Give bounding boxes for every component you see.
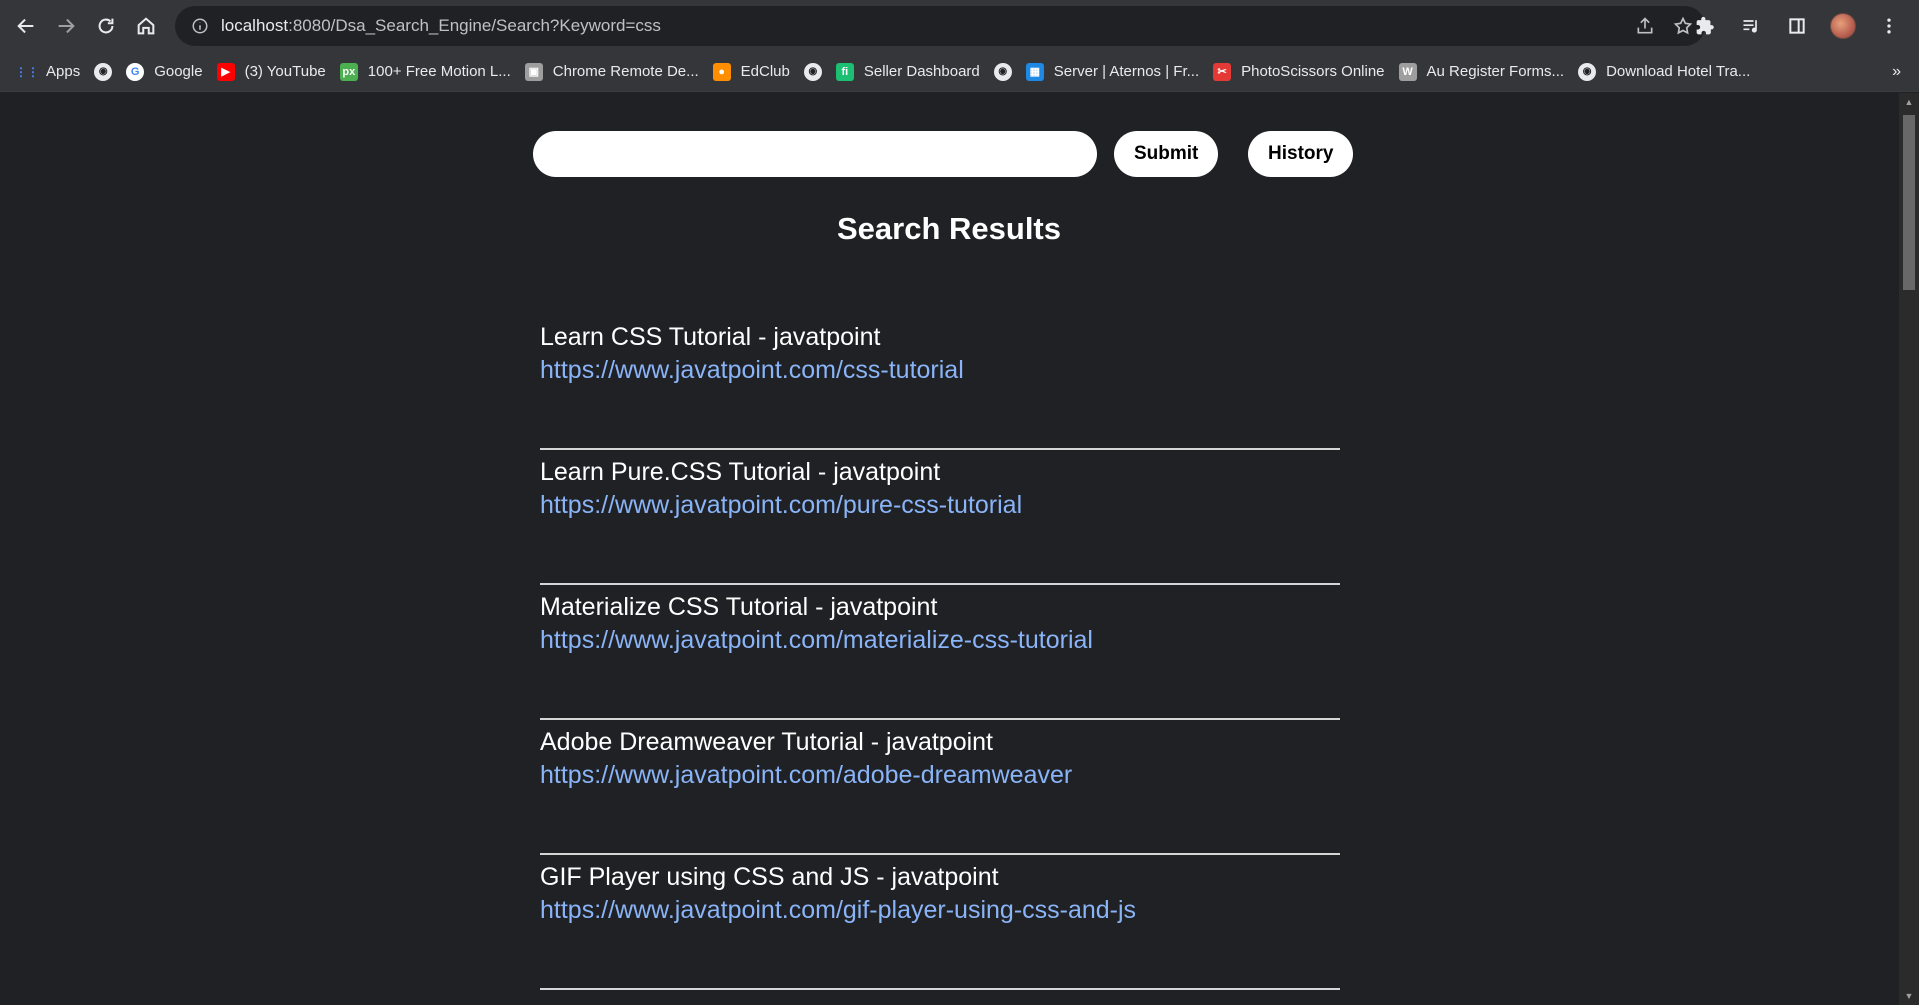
fiverr-icon: fi [835, 62, 854, 81]
result-title: Learn Pure.CSS Tutorial - javatpoint [540, 458, 941, 486]
google-icon: G [126, 62, 145, 81]
reload-button[interactable] [86, 6, 126, 46]
bookmark-label: EdClub [740, 63, 790, 80]
address-bar[interactable]: localhost:8080/Dsa_Search_Engine/Search?… [175, 6, 1705, 46]
globe-icon: ◉ [94, 62, 113, 81]
scrollbar-thumb[interactable] [1903, 115, 1915, 290]
profile-button[interactable] [1823, 6, 1863, 46]
bookmark-label: Server | Aternos | Fr... [1053, 63, 1200, 80]
bookmark-item[interactable]: W Au Register Forms... [1398, 56, 1575, 88]
playlist-icon [1743, 20, 1757, 33]
bookmark-item[interactable]: ● EdClub [712, 56, 800, 88]
result-item: Materialize CSS Tutorial - javatpoint htt… [540, 585, 1340, 720]
history-button[interactable]: History [1248, 131, 1353, 177]
bookmark-item[interactable]: ◉ [993, 56, 1022, 88]
bookmark-label: PhotoScissors Online [1241, 63, 1385, 80]
apps-grid-icon: ⋮⋮ [15, 64, 39, 79]
result-link[interactable]: https://www.javatpoint.com/adobe-dreamwe… [540, 758, 1340, 792]
site-info-icon[interactable] [191, 17, 209, 35]
bookmark-item[interactable]: ✂ PhotoScissors Online [1213, 56, 1394, 88]
toolbar-right [1685, 6, 1919, 46]
results-list: Learn CSS Tutorial - javatpoint https://w… [540, 315, 1340, 990]
result-link[interactable]: https://www.javatpoint.com/gif-player-us… [540, 893, 1340, 927]
result-title: Adobe Dreamweaver Tutorial - javatpoint [540, 728, 994, 756]
vertical-scrollbar[interactable]: ▲ ▼ [1899, 93, 1919, 1005]
home-button[interactable] [126, 6, 166, 46]
bookmark-label: (3) YouTube [244, 63, 326, 80]
menu-button[interactable] [1869, 6, 1909, 46]
bookmark-label: 100+ Free Motion L... [367, 63, 511, 80]
result-title: Learn CSS Tutorial - javatpoint [540, 323, 881, 351]
bookmark-item[interactable]: ▣ Chrome Remote De... [524, 56, 709, 88]
bookmark-item[interactable]: ◉ Download Hotel Tra... [1578, 56, 1760, 88]
bookmark-label: Apps [46, 63, 81, 80]
aternos-icon: ▦ [1025, 62, 1044, 81]
bookmark-label: Download Hotel Tra... [1606, 63, 1751, 80]
bookmark-item[interactable]: ▦ Server | Aternos | Fr... [1025, 56, 1209, 88]
page-title: Search Results [837, 211, 1061, 246]
result-link[interactable]: https://www.javatpoint.com/materialize-c… [540, 623, 1340, 657]
page-content: Submit History Search Results Learn CSS … [0, 93, 1899, 1005]
browser-toolbar: localhost:8080/Dsa_Search_Engine/Search?… [0, 0, 1919, 52]
kebab-menu-icon [1887, 18, 1891, 34]
submit-button[interactable]: Submit [1114, 131, 1218, 177]
search-input[interactable] [533, 131, 1097, 177]
result-item: Adobe Dreamweaver Tutorial - javatpoint h… [540, 720, 1340, 855]
result-item: Learn CSS Tutorial - javatpoint https://w… [540, 315, 1340, 450]
url-host: localhost [221, 16, 289, 35]
extensions-button[interactable] [1685, 6, 1725, 46]
globe-icon: ◉ [803, 62, 822, 81]
avatar [1830, 13, 1856, 39]
search-row: Submit History [533, 131, 1353, 177]
bookmark-item[interactable]: fi Seller Dashboard [835, 56, 990, 88]
bookmark-label: Google [154, 63, 203, 80]
home-icon [137, 17, 155, 35]
side-panel-icon [1789, 18, 1805, 34]
bookmark-label: Au Register Forms... [1426, 63, 1565, 80]
forward-arrow-icon [58, 18, 75, 34]
globe-icon: ◉ [993, 62, 1012, 81]
forward-button[interactable] [46, 6, 86, 46]
bookmark-item[interactable]: ⋮⋮ Apps [15, 56, 90, 88]
back-button[interactable] [6, 6, 46, 46]
result-title: Materialize CSS Tutorial - javatpoint [540, 593, 938, 621]
bookmarks-bar: ⋮⋮ Apps ◉ G Google ▶ (3) YouTube px 100+ Free Mo… [0, 52, 1919, 92]
edclub-icon: ● [712, 62, 731, 81]
remote-desktop-icon: ▣ [524, 62, 543, 81]
bookmark-item[interactable]: ▶ (3) YouTube [216, 56, 336, 88]
result-item: Learn Pure.CSS Tutorial - javatpoint http… [540, 450, 1340, 585]
result-item: GIF Player using CSS and JS - javatpoint… [540, 855, 1340, 990]
bookmarks-overflow-icon[interactable]: » [1892, 52, 1901, 92]
photoscissors-icon: ✂ [1213, 62, 1232, 81]
side-panel-button[interactable] [1777, 6, 1817, 46]
share-icon[interactable] [1635, 16, 1655, 36]
bookmark-item[interactable]: ◉ [803, 56, 832, 88]
puzzle-icon [1696, 16, 1714, 35]
result-link[interactable]: https://www.javatpoint.com/css-tutorial [540, 353, 1340, 387]
wordpress-icon: W [1398, 62, 1417, 81]
url-path: :8080/Dsa_Search_Engine/Search?Keyword=c… [288, 16, 661, 35]
youtube-icon: ▶ [216, 62, 235, 81]
result-link[interactable]: https://www.javatpoint.com/pure-css-tuto… [540, 488, 1340, 522]
bookmark-label: Chrome Remote De... [552, 63, 699, 80]
scroll-up-icon[interactable]: ▲ [1899, 93, 1919, 111]
url-text[interactable]: localhost:8080/Dsa_Search_Engine/Search?… [221, 16, 661, 36]
bookmark-item[interactable]: px 100+ Free Motion L... [339, 56, 521, 88]
bookmark-label: Seller Dashboard [863, 63, 980, 80]
result-title: GIF Player using CSS and JS - javatpoint [540, 863, 999, 891]
back-arrow-icon [17, 18, 34, 34]
globe-icon: ◉ [1578, 62, 1597, 81]
px-icon: px [339, 62, 358, 81]
reload-icon [98, 18, 114, 34]
media-control-button[interactable] [1731, 6, 1771, 46]
bookmark-item[interactable]: ◉ [94, 56, 122, 88]
scroll-down-icon[interactable]: ▼ [1899, 987, 1919, 1005]
bookmark-item[interactable]: G Google [126, 56, 212, 88]
